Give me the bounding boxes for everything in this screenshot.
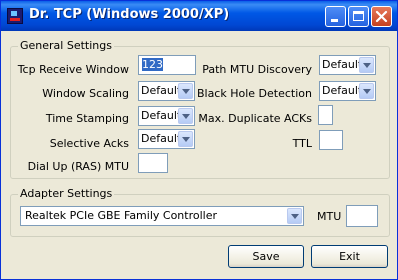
path-mtu-discovery-value: Default (322, 58, 363, 71)
time-stamping-label: Time Stamping (45, 112, 129, 125)
exit-button[interactable]: Exit (311, 245, 388, 268)
max-duplicate-acks-label: Max. Duplicate ACKs (198, 112, 312, 125)
dial-up-mtu-field[interactable] (138, 153, 168, 173)
close-icon (375, 10, 388, 23)
black-hole-detection-value: Default (322, 84, 363, 97)
max-duplicate-acks-field[interactable] (318, 105, 333, 125)
selective-acks-label: Selective Acks (49, 137, 129, 150)
chevron-down-icon[interactable] (178, 83, 193, 99)
close-button[interactable] (371, 6, 392, 27)
black-hole-detection-select[interactable]: Default (319, 81, 376, 101)
tcp-receive-window-value: 123 (142, 58, 163, 71)
adapter-select-value: Realtek PCIe GBE Family Controller (25, 209, 218, 222)
window-scaling-select[interactable]: Default (138, 81, 195, 101)
chevron-down-icon[interactable] (178, 108, 193, 124)
ttl-field[interactable] (319, 130, 343, 150)
dial-up-mtu-label: Dial Up (RAS) MTU (27, 160, 129, 173)
selective-acks-value: Default (141, 132, 182, 145)
ttl-label: TTL (292, 137, 312, 150)
chevron-down-icon[interactable] (178, 131, 193, 147)
general-settings-legend: General Settings (18, 39, 114, 52)
chevron-down-icon[interactable] (359, 57, 374, 73)
maximize-icon (353, 11, 364, 21)
path-mtu-discovery-select[interactable]: Default (319, 55, 376, 75)
tcp-receive-window-label: Tcp Receive Window (17, 63, 129, 76)
dr-tcp-window: Dr. TCP (Windows 2000/XP) General Settin… (0, 0, 398, 280)
adapter-select[interactable]: Realtek PCIe GBE Family Controller (20, 206, 304, 226)
minimize-button[interactable] (325, 6, 346, 27)
app-icon (7, 8, 23, 24)
maximize-button[interactable] (348, 6, 369, 27)
time-stamping-select[interactable]: Default (138, 106, 195, 126)
selective-acks-select[interactable]: Default (138, 129, 195, 149)
adapter-mtu-field[interactable] (346, 205, 378, 227)
save-button[interactable]: Save (228, 245, 304, 268)
tcp-receive-window-field[interactable]: 123 (138, 55, 196, 75)
chevron-down-icon[interactable] (287, 208, 302, 224)
minimize-icon (331, 19, 338, 22)
window-scaling-value: Default (141, 84, 182, 97)
window-scaling-label: Window Scaling (42, 87, 129, 100)
title-bar[interactable]: Dr. TCP (Windows 2000/XP) (1, 1, 397, 31)
path-mtu-discovery-label: Path MTU Discovery (202, 63, 312, 76)
chevron-down-icon[interactable] (359, 83, 374, 99)
adapter-settings-legend: Adapter Settings (18, 187, 115, 200)
window-title: Dr. TCP (Windows 2000/XP) (29, 7, 230, 22)
adapter-mtu-label: MTU (317, 210, 342, 223)
time-stamping-value: Default (141, 109, 182, 122)
black-hole-detection-label: Black Hole Detection (196, 87, 312, 100)
